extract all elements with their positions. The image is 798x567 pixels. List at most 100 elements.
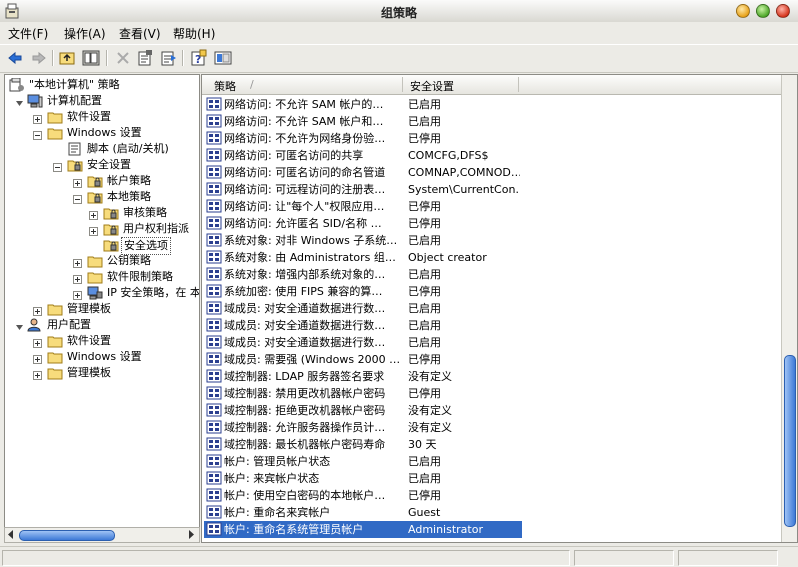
expand-plus-icon[interactable]	[89, 209, 98, 220]
folder-icon	[87, 270, 103, 284]
expand-plus-icon[interactable]	[73, 273, 82, 284]
status-pane-3	[678, 550, 778, 566]
collapse-minus-icon[interactable]	[53, 161, 62, 172]
menu-view[interactable]: 查看(V)	[119, 25, 161, 42]
policy-setting-icon	[206, 505, 222, 519]
toolbar: ?	[0, 44, 798, 73]
expand-plus-icon[interactable]	[73, 177, 82, 188]
security-setting-value: Administrator	[408, 523, 483, 536]
script-icon	[67, 142, 83, 156]
policy-setting-icon	[206, 301, 222, 315]
policy-setting-icon	[206, 471, 222, 485]
policy-setting-icon	[206, 148, 222, 162]
collapse-arrow-icon[interactable]	[15, 321, 24, 330]
scrollbar-thumb[interactable]	[19, 530, 115, 541]
policy-setting-icon	[206, 165, 222, 179]
policy-name: 网络访问: 可远程访问的注册表…	[224, 183, 386, 196]
list-vertical-scrollbar[interactable]	[781, 75, 797, 542]
policy-name: 系统对象: 增强内部系统对象的…	[224, 268, 386, 281]
tree-horizontal-scrollbar[interactable]	[4, 527, 200, 543]
forward-icon[interactable]	[30, 49, 48, 67]
back-icon[interactable]	[6, 49, 24, 67]
policy-setting-icon	[206, 216, 222, 230]
policy-setting-icon	[206, 131, 222, 145]
collapse-minus-icon[interactable]	[33, 129, 42, 140]
export-icon[interactable]	[160, 49, 178, 67]
policy-name: 域控制器: 允许服务器操作员计…	[224, 421, 386, 434]
show-tree-icon[interactable]	[82, 49, 100, 67]
security-setting-value: 没有定义	[408, 404, 452, 417]
policy-name: 域控制器: 最长机器帐户密码寿命	[224, 438, 386, 451]
expand-plus-icon[interactable]	[73, 257, 82, 268]
folder-icon	[47, 302, 63, 316]
policy-setting-icon	[206, 182, 222, 196]
policy-name: 系统对象: 由 Administrators 组…	[224, 251, 396, 264]
expand-plus-icon[interactable]	[33, 369, 42, 380]
ipsec-icon	[87, 286, 103, 300]
title-bar[interactable]: 组策略	[0, 0, 798, 23]
policy-name: 帐户: 管理员帐户状态	[224, 455, 331, 468]
security-setting-value: 已停用	[408, 489, 441, 502]
view-icon[interactable]	[214, 49, 232, 67]
computer-icon	[27, 94, 43, 108]
column-header-setting[interactable]: 安全设置	[410, 78, 454, 94]
security-setting-value: 没有定义	[408, 370, 452, 383]
security-folder-icon	[67, 158, 83, 172]
close-button[interactable]	[776, 4, 790, 18]
maximize-button[interactable]	[756, 4, 770, 18]
minimize-button[interactable]	[736, 4, 750, 18]
expand-plus-icon[interactable]	[33, 305, 42, 316]
policy-list-pane[interactable]: 策略 / 安全设置 网络访问: 不允许 SAM 帐户的… 已启用 网络访问: 不允许…	[201, 74, 798, 543]
security-setting-value: 已启用	[408, 234, 441, 247]
column-header-policy[interactable]: 策略	[214, 78, 236, 94]
policy-name: 帐户: 重命名来宾帐户	[224, 506, 331, 519]
policy-icon	[9, 77, 25, 92]
scroll-right-icon[interactable]	[187, 529, 195, 543]
menu-file[interactable]: 文件(F)	[8, 25, 48, 42]
security-setting-value: 已停用	[408, 353, 441, 366]
expand-plus-icon[interactable]	[33, 337, 42, 348]
security-setting-value: Guest	[408, 506, 441, 519]
table-row[interactable]: 帐户: 重命名系统管理员帐户 Administrator	[204, 521, 522, 538]
security-setting-value: 已启用	[408, 302, 441, 315]
policy-name: 网络访问: 允许匿名 SID/名称 …	[224, 217, 382, 230]
policy-name: 域成员: 对安全通道数据进行数…	[224, 302, 386, 315]
properties-icon[interactable]	[136, 49, 154, 67]
scrollbar-thumb[interactable]	[784, 355, 796, 527]
security-folder-icon	[103, 222, 119, 236]
scroll-left-icon[interactable]	[7, 529, 15, 543]
security-setting-value: 已启用	[408, 268, 441, 281]
policy-setting-icon	[206, 114, 222, 128]
expand-plus-icon[interactable]	[73, 289, 82, 300]
policy-setting-icon	[206, 420, 222, 434]
sort-indicator: /	[250, 78, 254, 91]
security-setting-value: COMNAP,COMNOD…	[408, 166, 520, 179]
expand-plus-icon[interactable]	[33, 353, 42, 364]
security-folder-icon	[103, 238, 119, 252]
security-folder-icon	[103, 206, 119, 220]
status-pane-2	[574, 550, 674, 566]
collapse-arrow-icon[interactable]	[15, 97, 24, 106]
expand-plus-icon[interactable]	[89, 225, 98, 236]
security-setting-value: Object creator	[408, 251, 487, 264]
policy-name: 网络访问: 不允许 SAM 帐户的…	[224, 98, 384, 111]
policy-setting-icon	[206, 233, 222, 247]
menu-action[interactable]: 操作(A)	[64, 25, 106, 42]
policy-setting-icon	[206, 386, 222, 400]
up-folder-icon[interactable]	[58, 49, 76, 67]
policy-name: 系统对象: 对非 Windows 子系统…	[224, 234, 398, 247]
folder-icon	[47, 350, 63, 364]
security-folder-icon	[87, 190, 103, 204]
policy-name: 域控制器: LDAP 服务器签名要求	[224, 370, 385, 383]
security-setting-value: 已启用	[408, 472, 441, 485]
menu-help[interactable]: 帮助(H)	[173, 25, 215, 42]
security-setting-value: System\CurrentCon…	[408, 183, 520, 196]
expand-plus-icon[interactable]	[33, 113, 42, 124]
tree-pane[interactable]: "本地计算机" 策略 计算机配置 软件设置 Windows 设置 脚本 (启动/…	[4, 74, 200, 529]
group-policy-window: 组策略 文件(F) 操作(A) 查看(V) 帮助(H) ? "本地计算机" 策略…	[0, 0, 798, 567]
collapse-minus-icon[interactable]	[73, 193, 82, 204]
delete-icon[interactable]	[114, 49, 132, 67]
security-setting-value: 没有定义	[408, 421, 452, 434]
security-setting-value: 已停用	[408, 387, 441, 400]
help-icon[interactable]: ?	[190, 49, 208, 67]
